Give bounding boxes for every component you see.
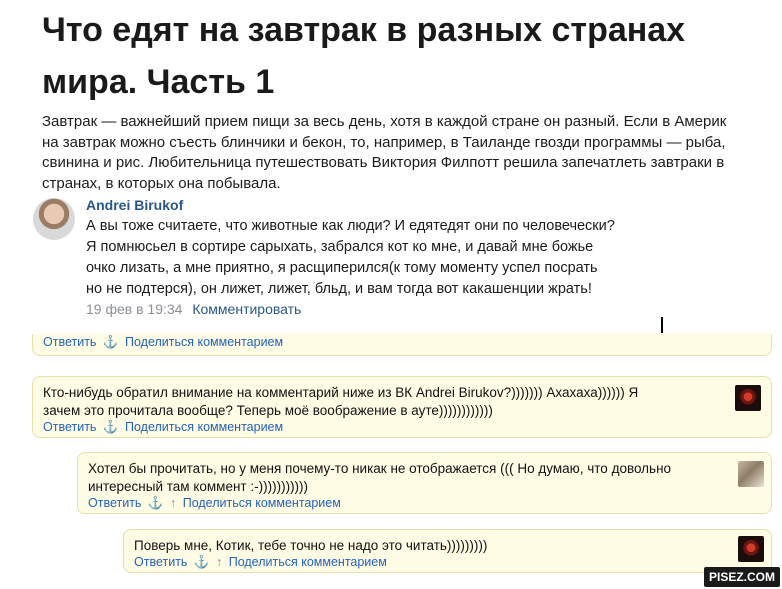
reply-link[interactable]: Ответить bbox=[43, 420, 96, 434]
article-title: Что едят на завтрак в разных странах мир… bbox=[42, 11, 686, 101]
comment-actions: Ответить ⚓ Поделиться комментарием bbox=[43, 335, 286, 350]
share-comment-link[interactable]: Поделиться комментарием bbox=[229, 555, 387, 569]
avatar[interactable] bbox=[33, 198, 75, 240]
reply-link[interactable]: Ответить bbox=[134, 555, 187, 569]
anchor-icon[interactable]: ⚓ bbox=[103, 420, 119, 434]
comment-item: Хотел бы прочитать, но у меня почему-то … bbox=[77, 452, 772, 514]
reply-link[interactable]: Ответить bbox=[43, 335, 96, 349]
comment-actions: Ответить ⚓ ↑ Поделиться комментарием bbox=[88, 496, 344, 511]
article-lead: Завтрак — важнейший прием пищи за весь д… bbox=[42, 113, 727, 192]
share-comment-link[interactable]: Поделиться комментарием bbox=[183, 496, 341, 510]
comment-text: Поверь мне, Котик, тебе точно не надо эт… bbox=[134, 538, 488, 553]
vk-comment-text: А вы тоже считаете, что животные как люд… bbox=[86, 218, 615, 297]
vk-comment-author[interactable]: Andrei Birukof bbox=[86, 197, 183, 213]
comment-item: Кто-нибудь обратил внимание на комментар… bbox=[32, 376, 772, 438]
commenter-avatar[interactable] bbox=[735, 385, 761, 411]
vk-comment-meta: 19 фев в 19:34 Комментировать bbox=[86, 301, 301, 317]
commenter-avatar[interactable] bbox=[738, 461, 764, 487]
comment-text: Кто-нибудь обратил внимание на комментар… bbox=[43, 385, 639, 418]
comment-item: Поверь мне, Котик, тебе точно не надо эт… bbox=[123, 529, 772, 573]
cut-off-comment: Ответить ⚓ Поделиться комментарием bbox=[32, 334, 772, 356]
reply-link[interactable]: Ответить bbox=[88, 496, 141, 510]
text-cursor bbox=[661, 317, 663, 333]
vk-comment-date[interactable]: 19 фев в 19:34 bbox=[86, 301, 182, 317]
anchor-icon[interactable]: ⚓ bbox=[194, 555, 210, 569]
comment-actions: Ответить ⚓ ↑ Поделиться комментарием bbox=[134, 555, 390, 570]
anchor-icon[interactable]: ⚓ bbox=[148, 496, 164, 510]
comment-text: Хотел бы прочитать, но у меня почему-то … bbox=[88, 461, 672, 494]
up-arrow-icon[interactable]: ↑ bbox=[216, 555, 222, 569]
commenter-avatar[interactable] bbox=[738, 536, 764, 562]
vk-comment-reply-button[interactable]: Комментировать bbox=[192, 301, 301, 317]
comment-actions: Ответить ⚓ Поделиться комментарием bbox=[43, 420, 286, 435]
share-comment-link[interactable]: Поделиться комментарием bbox=[125, 420, 283, 434]
share-comment-link[interactable]: Поделиться комментарием bbox=[125, 335, 283, 349]
anchor-icon[interactable]: ⚓ bbox=[103, 335, 119, 349]
up-arrow-icon[interactable]: ↑ bbox=[170, 496, 176, 510]
watermark-logo: PISEZ.COM bbox=[704, 567, 780, 587]
